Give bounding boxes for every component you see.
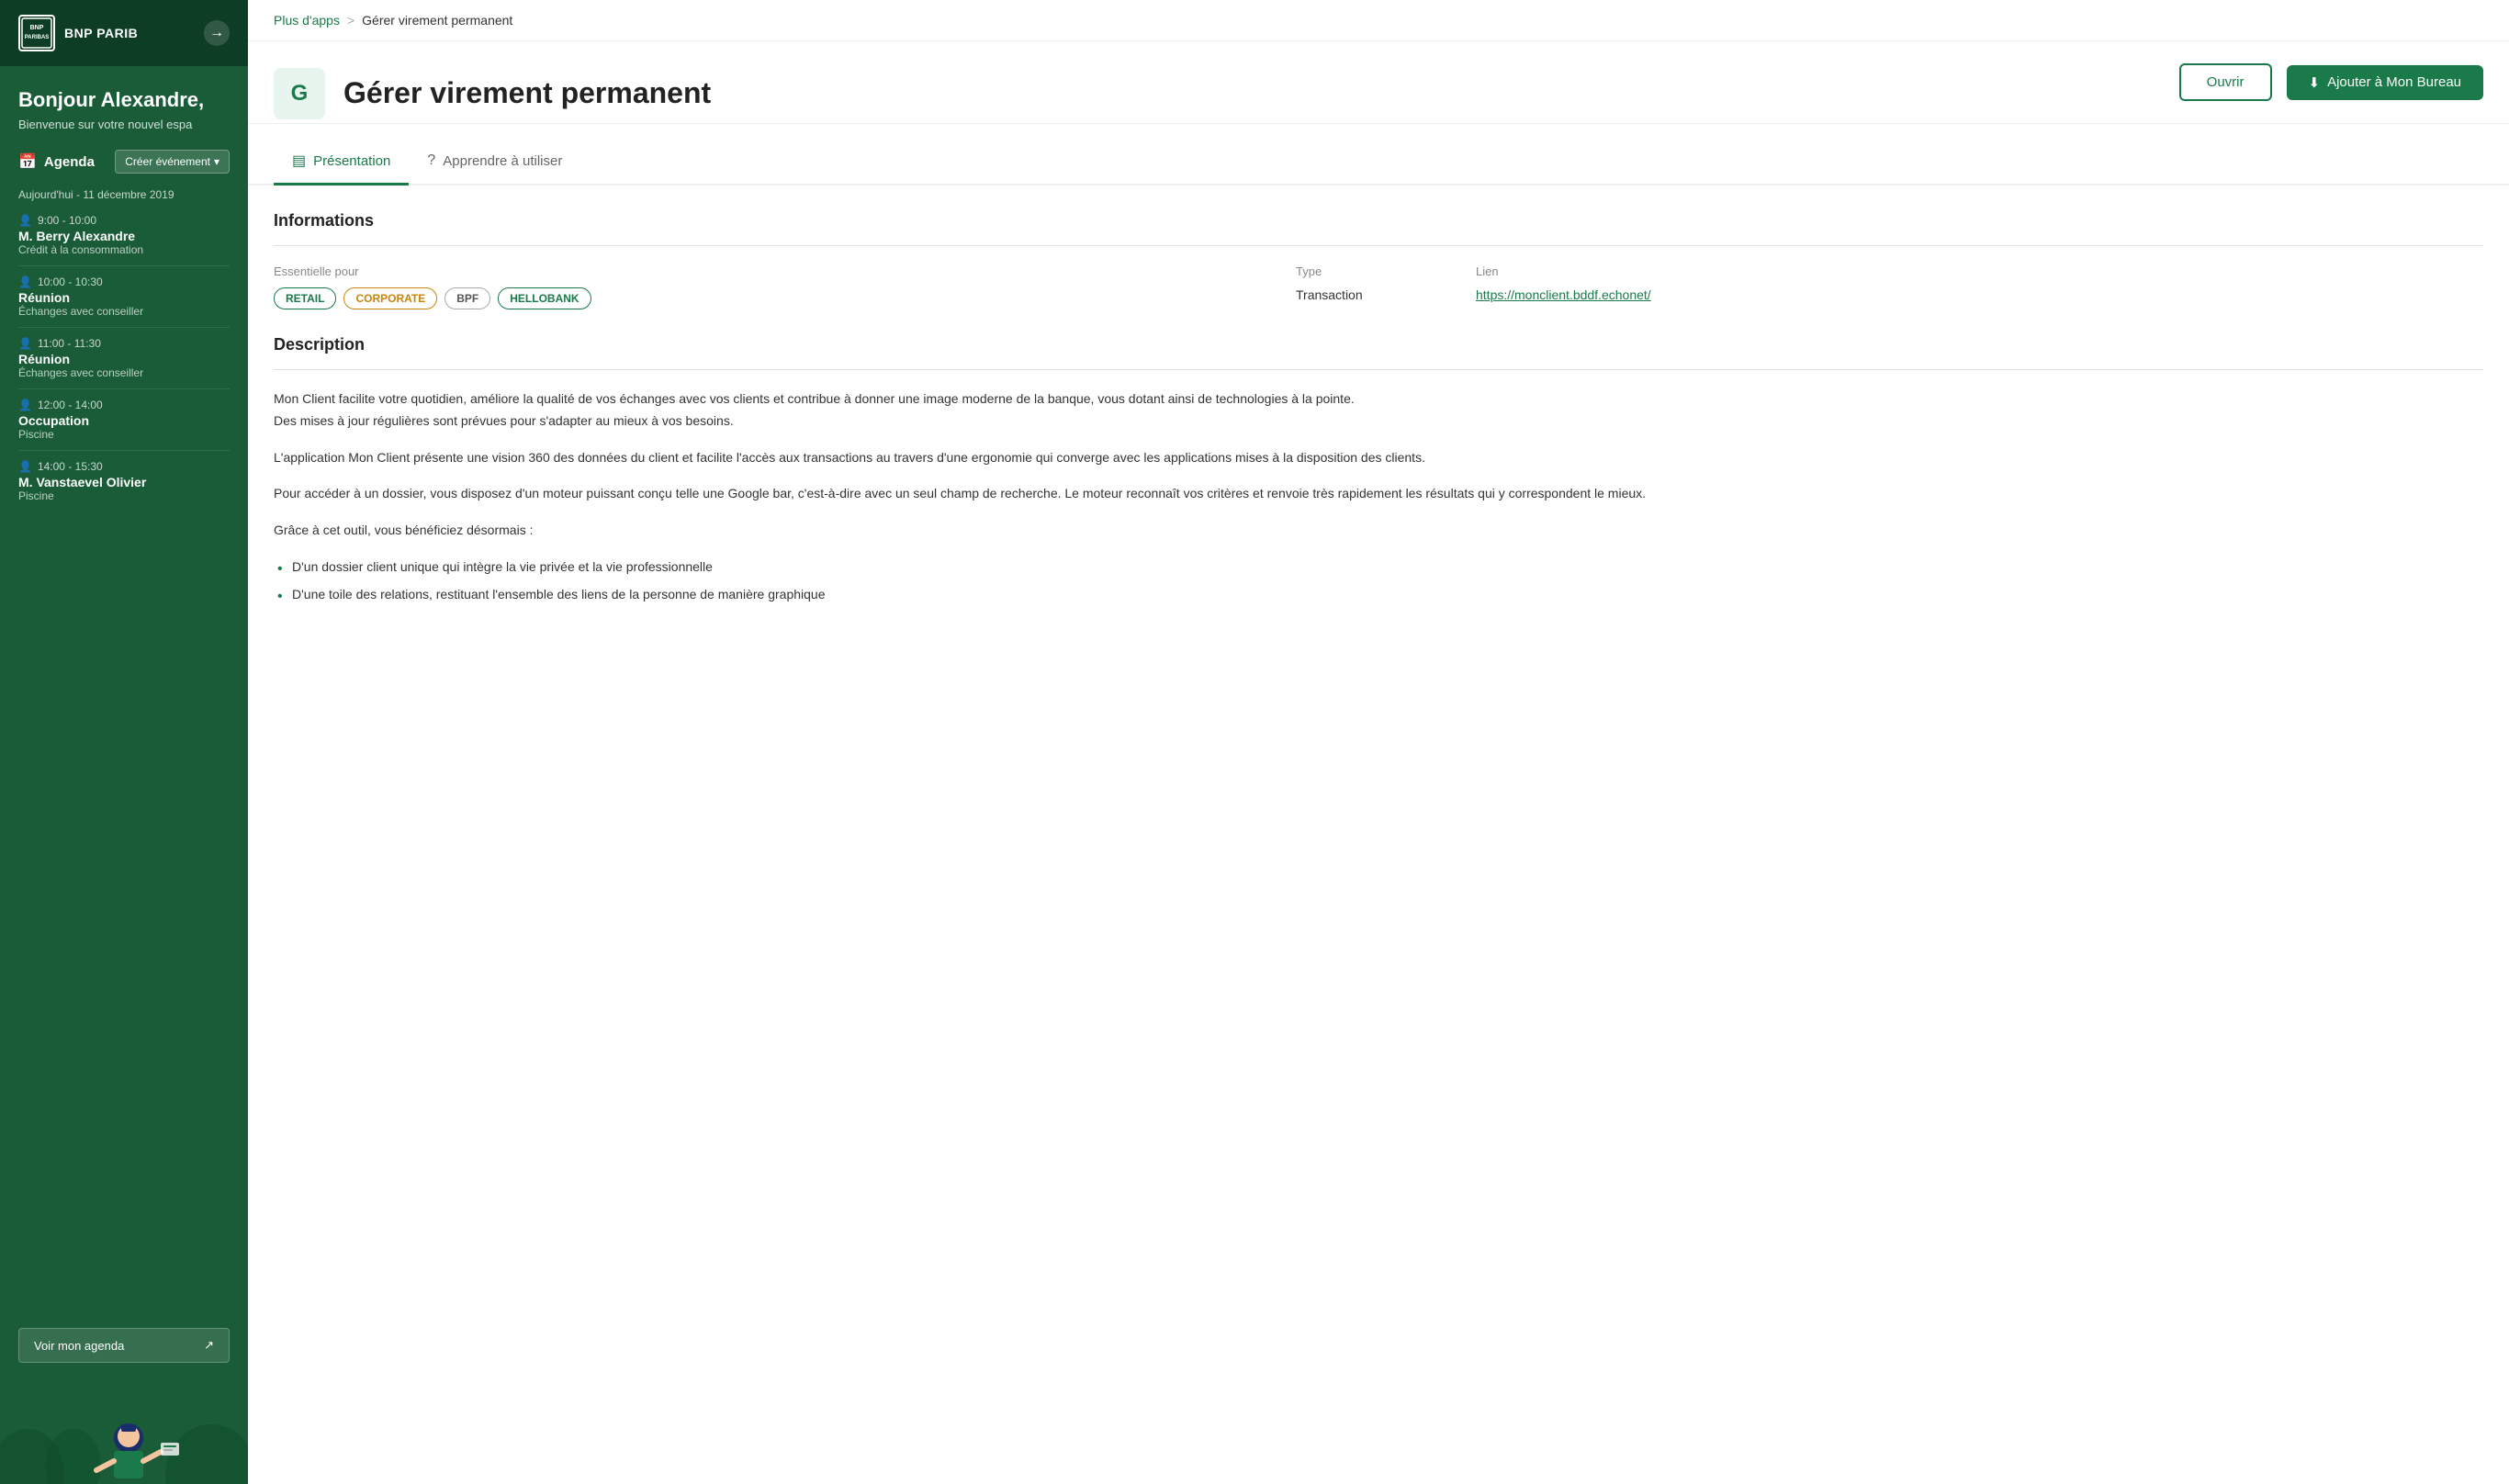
agenda-item-time: 👤 12:00 - 14:00 [18,399,230,411]
greeting-title: Bonjour Alexandre, [18,88,230,112]
meeting-icon: 👤 [18,275,32,288]
agenda-list: 👤 9:00 - 10:00 M. Berry Alexandre Crédit… [0,205,248,1317]
sidebar-illustration [0,1374,248,1484]
agenda-item[interactable]: 👤 12:00 - 14:00 Occupation Piscine [18,389,230,451]
description-divider [274,369,2483,370]
agenda-item[interactable]: 👤 14:00 - 15:30 M. Vanstaevel Olivier Pi… [18,451,230,512]
agenda-item-title: M. Berry Alexandre [18,229,230,243]
description-paragraphs: Mon Client facilite votre quotidien, amé… [274,388,2483,542]
informations-section: Informations Essentielle pour RETAIL CORP… [274,211,2483,309]
tag-row: RETAIL CORPORATE BPF HELLOBANK [274,287,1281,309]
agenda-item-time: 👤 11:00 - 11:30 [18,337,230,350]
sidebar-collapse-button[interactable]: → [204,20,230,46]
description-section: Description Mon Client facilite votre qu… [274,335,2483,606]
app-actions: Ouvrir ⬇ Ajouter à Mon Bureau [2179,63,2483,123]
agenda-item[interactable]: 👤 11:00 - 11:30 Réunion Échanges avec co… [18,328,230,389]
essential-label: Essentielle pour [274,264,1281,278]
add-to-bureau-button[interactable]: ⬇ Ajouter à Mon Bureau [2287,65,2484,100]
tab-learn[interactable]: ? Apprendre à utiliser [409,139,580,186]
svg-text:BNP: BNP [30,25,44,31]
description-paragraph: Mon Client facilite votre quotidien, amé… [274,388,2483,433]
add-to-bureau-label: Ajouter à Mon Bureau [2327,74,2461,90]
agenda-item-time: 👤 14:00 - 15:30 [18,460,230,473]
breadcrumb-current: Gérer virement permanent [362,13,512,28]
informations-title: Informations [274,211,2483,230]
content-area: Informations Essentielle pour RETAIL CORP… [248,186,2509,1484]
app-header: G Gérer virement permanent Ouvrir ⬇ Ajou… [248,41,2509,124]
view-agenda-button[interactable]: Voir mon agenda ↗ [18,1328,230,1363]
tab-presentation[interactable]: ▤ Présentation [274,139,409,186]
svg-text:PARIBAS: PARIBAS [25,35,50,40]
type-value: Transaction [1296,287,1461,302]
create-event-button[interactable]: Créer événement ▾ [115,150,230,174]
brand-name: BNP PARIB [64,26,138,40]
dropdown-chevron-icon: ▾ [214,155,219,168]
learn-tab-icon: ? [427,152,435,169]
agenda-item[interactable]: 👤 10:00 - 10:30 Réunion Échanges avec co… [18,266,230,328]
greeting-section: Bonjour Alexandre, Bienvenue sur votre n… [0,66,248,142]
calendar-icon: 📅 [18,152,37,171]
bnp-logo: BNP PARIBAS [18,15,55,51]
arrow-icon: → [209,25,224,41]
type-label: Type [1296,264,1461,278]
agenda-item-title: Occupation [18,413,230,428]
tag-corporate: CORPORATE [343,287,437,309]
type-column: Type Transaction [1296,264,1461,309]
create-event-label: Créer événement [125,155,210,168]
presentation-tab-label: Présentation [313,153,390,169]
bullet-list: D'un dossier client unique qui intègre l… [274,556,2483,606]
link-column: Lien https://monclient.bddf.echonet/ [1476,264,2483,309]
agenda-item-title: Réunion [18,290,230,305]
main-content: Plus d'apps > Gérer virement permanent G… [248,0,2509,1484]
learn-tab-label: Apprendre à utiliser [443,153,562,169]
agenda-item-time: 👤 9:00 - 10:00 [18,214,230,227]
informations-divider [274,245,2483,246]
meeting-icon: 👤 [18,214,32,227]
agenda-item-title: M. Vanstaevel Olivier [18,475,230,489]
meeting-icon: 👤 [18,460,32,473]
external-link-icon: ↗ [204,1338,214,1353]
description-paragraph: Grâce à cet outil, vous bénéficiez désor… [274,520,2483,542]
app-title-row: G Gérer virement permanent [274,68,711,119]
description-paragraph: L'application Mon Client présente une vi… [274,447,2483,469]
agenda-item-subtitle: Piscine [18,428,230,441]
tag-retail: RETAIL [274,287,336,309]
app-icon: G [274,68,325,119]
link-label: Lien [1476,264,2483,278]
view-agenda-label: Voir mon agenda [34,1339,124,1353]
agenda-item[interactable]: 👤 9:00 - 10:00 M. Berry Alexandre Crédit… [18,205,230,266]
agenda-item-subtitle: Échanges avec conseiller [18,305,230,318]
tag-hellobank: HELLOBANK [498,287,591,309]
essential-column: Essentielle pour RETAIL CORPORATE BPF HELLO… [274,264,1281,309]
breadcrumb-link[interactable]: Plus d'apps [274,13,340,28]
bullet-item: D'un dossier client unique qui intègre l… [274,556,2483,579]
description-title: Description [274,335,2483,354]
agenda-item-subtitle: Crédit à la consommation [18,243,230,256]
tag-bpf: BPF [444,287,490,309]
meeting-icon: 👤 [18,337,32,350]
agenda-label: Agenda [44,154,107,170]
breadcrumb: Plus d'apps > Gérer virement permanent [248,0,2509,41]
breadcrumb-separator: > [347,13,354,28]
info-link[interactable]: https://monclient.bddf.echonet/ [1476,287,1651,302]
download-icon: ⬇ [2309,74,2321,91]
sidebar: BNP PARIBAS BNP PARIB → Bonjour Alexandr… [0,0,248,1484]
agenda-item-title: Réunion [18,352,230,366]
description-paragraph: Pour accéder à un dossier, vous disposez… [274,483,2483,505]
info-grid: Essentielle pour RETAIL CORPORATE BPF HELLO… [274,264,2483,309]
presentation-tab-icon: ▤ [292,152,306,170]
bullet-item: D'une toile des relations, restituant l'… [274,584,2483,606]
sidebar-header: BNP PARIBAS BNP PARIB → [0,0,248,66]
greeting-subtitle: Bienvenue sur votre nouvel espa [18,118,230,131]
agenda-item-time: 👤 10:00 - 10:30 [18,275,230,288]
meeting-icon: 👤 [18,399,32,411]
agenda-date: Aujourd'hui - 11 décembre 2019 [0,181,248,205]
app-title: Gérer virement permanent [343,76,711,110]
agenda-header: 📅 Agenda Créer événement ▾ [0,142,248,181]
open-button[interactable]: Ouvrir [2179,63,2272,101]
tabs-bar: ▤ Présentation ? Apprendre à utiliser [248,139,2509,186]
agenda-item-subtitle: Piscine [18,489,230,502]
agenda-item-subtitle: Échanges avec conseiller [18,366,230,379]
